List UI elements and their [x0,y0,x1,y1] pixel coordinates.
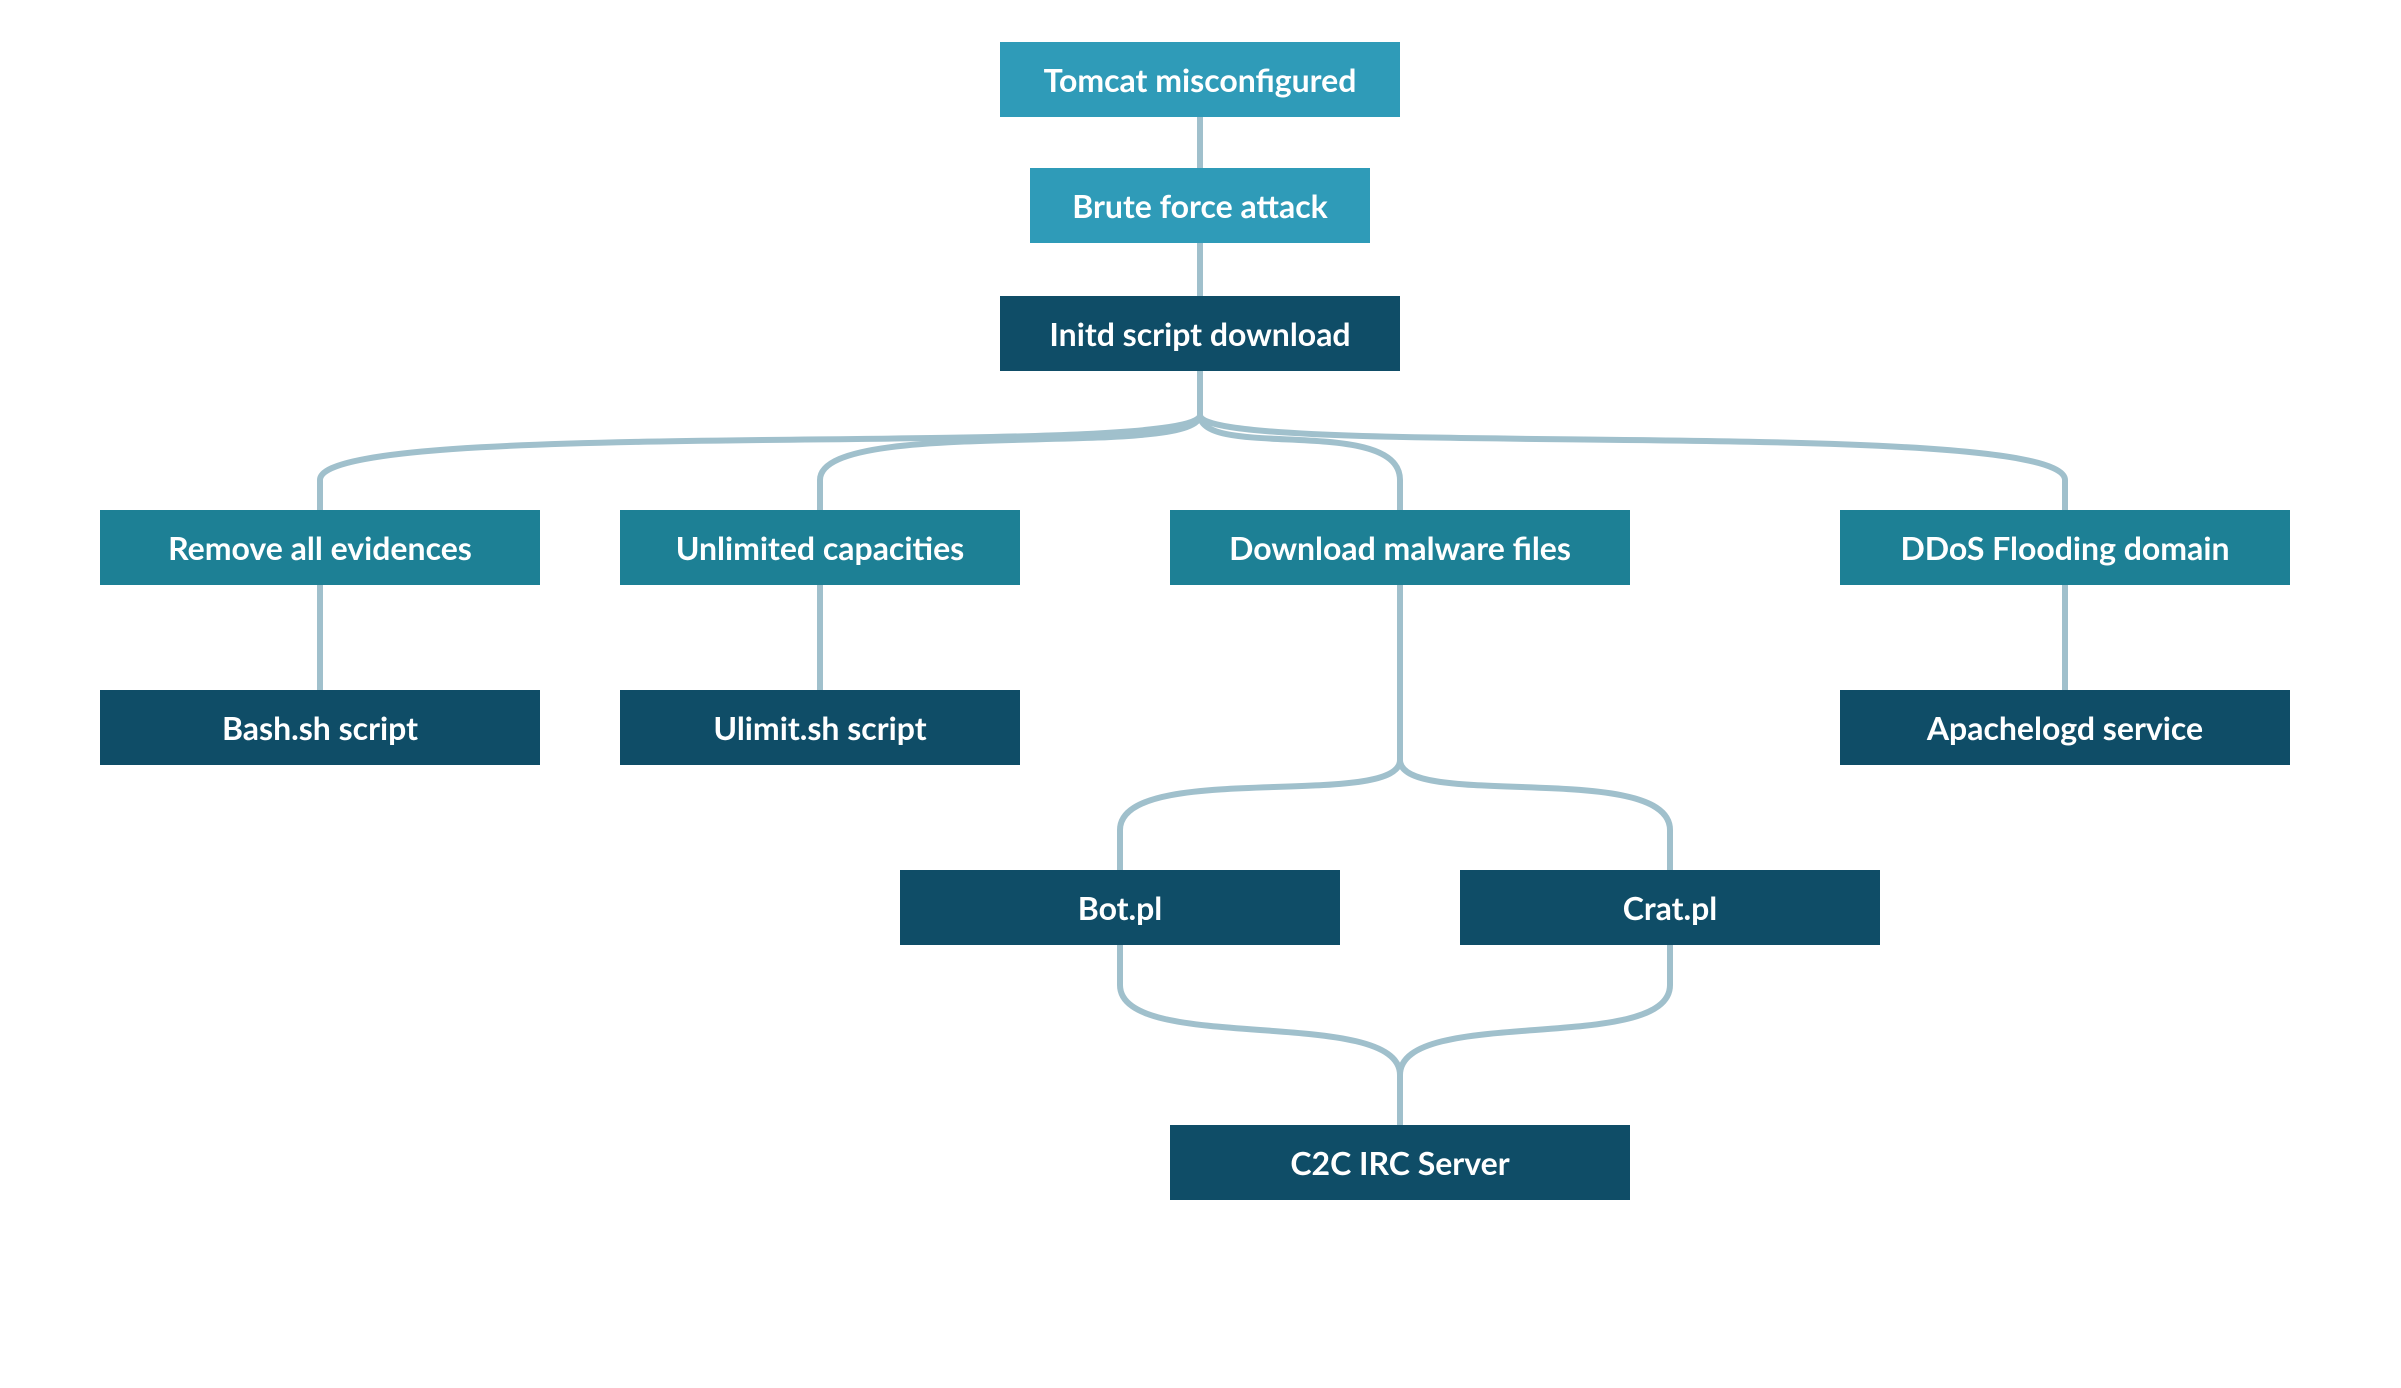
node-unlimited-capacities: Unlimited capacities [620,510,1020,585]
node-c2c-irc-server: C2C IRC Server [1170,1125,1630,1200]
node-ddos-flooding-domain: DDoS Flooding domain [1840,510,2290,585]
node-label: Tomcat misconfigured [1044,60,1357,99]
node-crat-pl: Crat.pl [1460,870,1880,945]
node-label: Unlimited capacities [676,528,964,567]
node-bot-pl: Bot.pl [900,870,1340,945]
node-label: Crat.pl [1623,888,1718,927]
node-label: Apachelogd service [1927,708,2203,747]
node-label: Brute force attack [1072,186,1328,225]
node-tomcat-misconfigured: Tomcat misconfigured [1000,42,1400,117]
node-label: Ulimit.sh script [713,708,926,747]
node-remove-all-evidences: Remove all evidences [100,510,540,585]
node-label: Bot.pl [1078,888,1163,927]
node-label: C2C IRC Server [1290,1143,1509,1182]
node-ulimit-sh-script: Ulimit.sh script [620,690,1020,765]
node-download-malware-files: Download malware files [1170,510,1630,585]
node-label: Download malware files [1229,528,1571,567]
node-apachelogd-service: Apachelogd service [1840,690,2290,765]
node-bash-sh-script: Bash.sh script [100,690,540,765]
node-label: DDoS Flooding domain [1900,528,2229,567]
node-brute-force-attack: Brute force attack [1030,168,1370,243]
node-initd-script-download: Initd script download [1000,296,1400,371]
node-label: Remove all evidences [168,528,472,567]
node-label: Bash.sh script [222,708,418,747]
node-label: Initd script download [1049,314,1350,353]
